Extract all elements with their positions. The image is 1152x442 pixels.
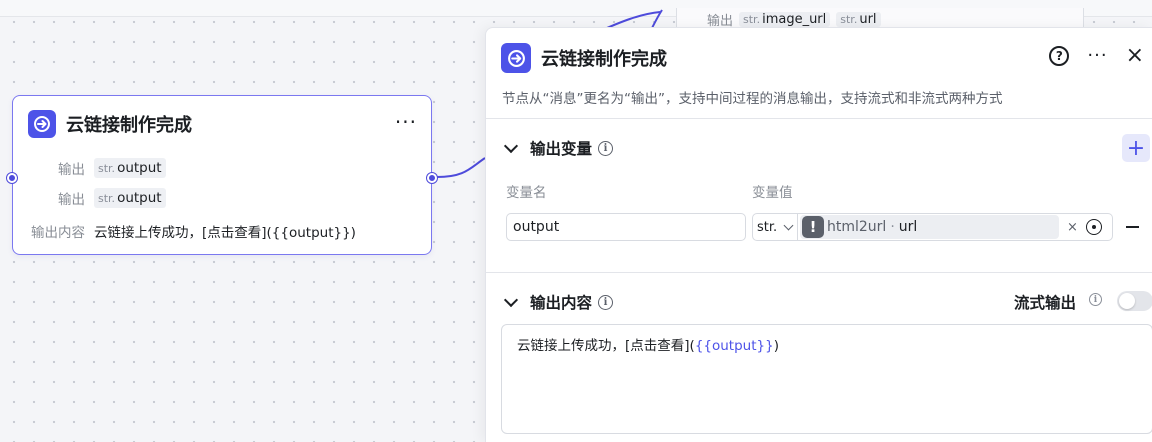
clear-icon[interactable]: × (1067, 220, 1078, 235)
variable-value-reference[interactable]: ! html2url · url × (798, 213, 1113, 241)
node-output-tag: str. output (94, 158, 166, 178)
chevron-down-icon (503, 138, 519, 154)
add-variable-button[interactable]: + (1122, 134, 1150, 162)
panel-description: 节点从“消息”更名为“输出”，支持中间过程的消息输出，支持流式和非流式两种方式 (502, 91, 1003, 107)
output-content-editor[interactable]: 云链接上传成功，[点击查看]({{output}}) (501, 324, 1152, 434)
output-node-icon (28, 110, 56, 138)
output-vars-section-toggle[interactable]: 输出变量 i (503, 137, 614, 159)
divider (486, 118, 1152, 119)
node-content-value: 云链接上传成功，[点击查看]({{output}}) (94, 225, 356, 241)
output-vars-title: 输出变量 (530, 140, 593, 158)
chevron-down-icon (783, 220, 794, 231)
stream-output-label: 流式输出 (1014, 294, 1077, 312)
node-title: 云链接制作完成 (66, 115, 192, 136)
divider (486, 272, 1152, 273)
output-content-section-toggle[interactable]: 输出内容 i (503, 291, 614, 313)
target-icon[interactable] (1085, 219, 1102, 235)
variable-type-select[interactable]: str. (752, 213, 798, 241)
panel-header: 云链接制作完成 (501, 43, 667, 73)
node-settings-panel: 云链接制作完成 ? ··· × 节点从“消息”更名为“输出”，支持中间过程的消息… (485, 27, 1152, 442)
close-icon[interactable]: × (1126, 45, 1144, 67)
node-output-tag: str. output (94, 188, 166, 208)
chevron-down-icon (503, 292, 519, 308)
warning-icon: ! (802, 216, 824, 238)
node-content-row: 输出内容 云链接上传成功，[点击查看]({{output}}) (13, 221, 356, 241)
info-icon[interactable]: i (1089, 293, 1102, 306)
node-more-icon[interactable]: ··· (395, 112, 417, 132)
output-node-icon (501, 43, 531, 73)
variable-reference: {{output}} (694, 338, 774, 354)
node-output-row: 输出 str. output (13, 188, 166, 208)
help-icon[interactable]: ? (1049, 46, 1070, 66)
variable-name-input[interactable]: output (506, 213, 746, 241)
column-label-value: 变量值 (752, 185, 793, 201)
edge-node-to-panel (436, 157, 486, 178)
panel-title[interactable]: 云链接制作完成 (541, 45, 667, 71)
info-icon[interactable]: i (598, 294, 614, 310)
node-output-port[interactable] (427, 173, 437, 183)
output-content-title: 输出内容 (530, 294, 593, 312)
node-card[interactable]: 云链接制作完成 ··· 输出 str. output 输出 str. output … (7, 95, 437, 255)
stream-output-toggle[interactable] (1117, 291, 1152, 311)
more-icon[interactable]: ··· (1087, 47, 1107, 65)
remove-variable-icon[interactable] (1126, 226, 1139, 228)
info-icon[interactable]: i (598, 140, 614, 156)
node-header: 云链接制作完成 (28, 110, 431, 138)
column-label-name: 变量名 (506, 185, 547, 201)
node-output-row: 输出 str. output (13, 158, 166, 178)
panel-actions: ? ··· × (1049, 45, 1144, 67)
reference-pill: ! html2url · url (800, 215, 1059, 239)
